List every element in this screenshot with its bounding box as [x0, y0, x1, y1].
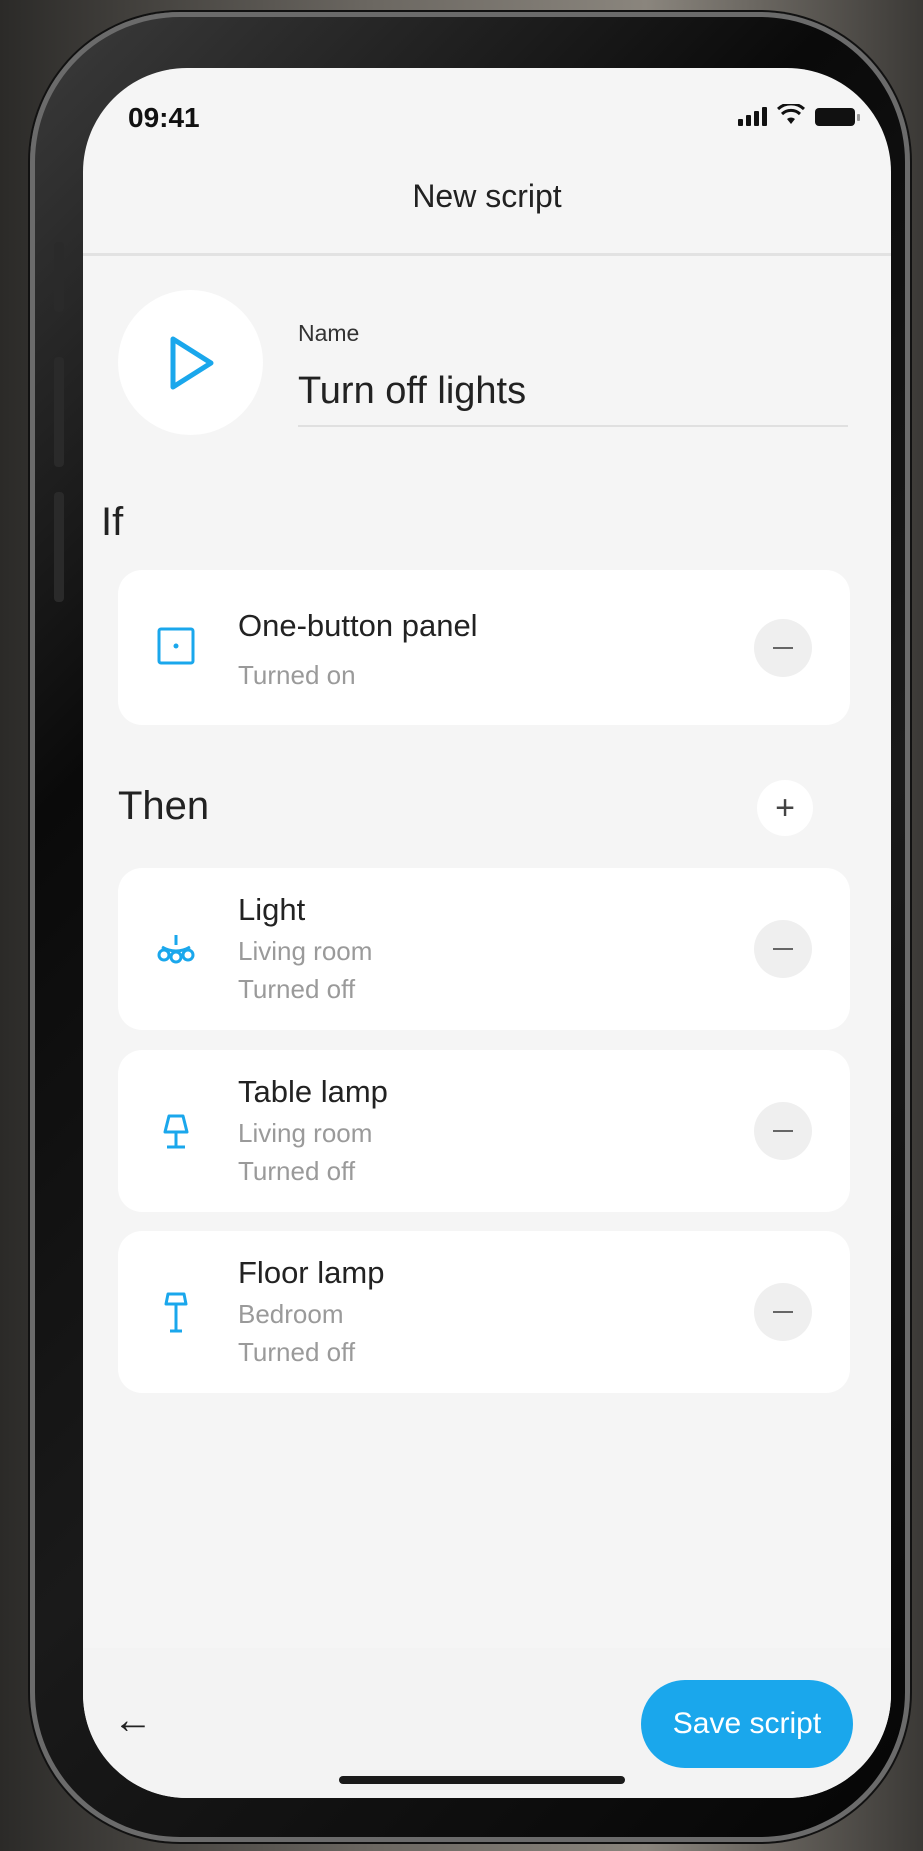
then-item-room: Living room [238, 936, 373, 966]
back-arrow-icon[interactable]: ← [113, 1698, 153, 1743]
status-bar: 09:41 [83, 68, 891, 168]
app-screen: 09:41 New script Name Turn off lights If [83, 68, 891, 1798]
then-item-state: Turned off [238, 1156, 356, 1186]
then-item-room: Living room [238, 1118, 373, 1148]
chandelier-icon [154, 928, 198, 972]
script-icon-button[interactable] [118, 290, 263, 435]
signal-icon [738, 107, 767, 126]
save-script-button[interactable]: Save script [641, 1680, 853, 1768]
remove-then-item-button[interactable] [754, 1102, 812, 1160]
volume-down-button [54, 492, 64, 602]
if-item-card[interactable]: One-button panel Turned on [118, 570, 850, 725]
play-icon [170, 336, 213, 389]
name-label: Name [298, 320, 360, 346]
then-item-title: Table lamp [238, 1074, 388, 1109]
then-item-card[interactable]: Floor lamp Bedroom Turned off [118, 1231, 850, 1393]
name-underline [298, 425, 848, 427]
if-section-label: If [101, 500, 124, 544]
then-item-card[interactable]: Light Living room Turned off [118, 868, 850, 1030]
remove-then-item-button[interactable] [754, 920, 812, 978]
home-indicator[interactable] [339, 1776, 625, 1784]
remove-then-item-button[interactable] [754, 1283, 812, 1341]
floor-lamp-icon [154, 1291, 198, 1335]
status-icons [738, 104, 860, 126]
minus-icon [773, 647, 793, 649]
panel-icon [154, 624, 198, 668]
then-item-state: Turned off [238, 974, 356, 1004]
add-action-button[interactable]: + [757, 780, 813, 836]
minus-icon [773, 1130, 793, 1132]
if-item-state: Turned on [238, 660, 356, 690]
then-item-room: Bedroom [238, 1299, 344, 1329]
battery-icon [815, 108, 860, 126]
then-item-card[interactable]: Table lamp Living room Turned off [118, 1050, 850, 1212]
minus-icon [773, 948, 793, 950]
wifi-icon [777, 104, 805, 124]
remove-if-item-button[interactable] [754, 619, 812, 677]
then-item-state: Turned off [238, 1337, 356, 1367]
then-item-title: Floor lamp [238, 1255, 385, 1290]
page-title: New script [412, 178, 562, 214]
table-lamp-icon [154, 1110, 198, 1154]
volume-up-button [54, 357, 64, 467]
name-input[interactable]: Turn off lights [298, 370, 526, 413]
header-divider [83, 253, 891, 256]
if-item-title: One-button panel [238, 608, 478, 643]
mute-switch [54, 242, 64, 312]
name-block: Name Turn off lights [118, 290, 858, 440]
minus-icon [773, 1311, 793, 1313]
status-time: 09:41 [128, 102, 200, 133]
then-section-label: Then [118, 784, 210, 828]
then-item-title: Light [238, 892, 306, 927]
